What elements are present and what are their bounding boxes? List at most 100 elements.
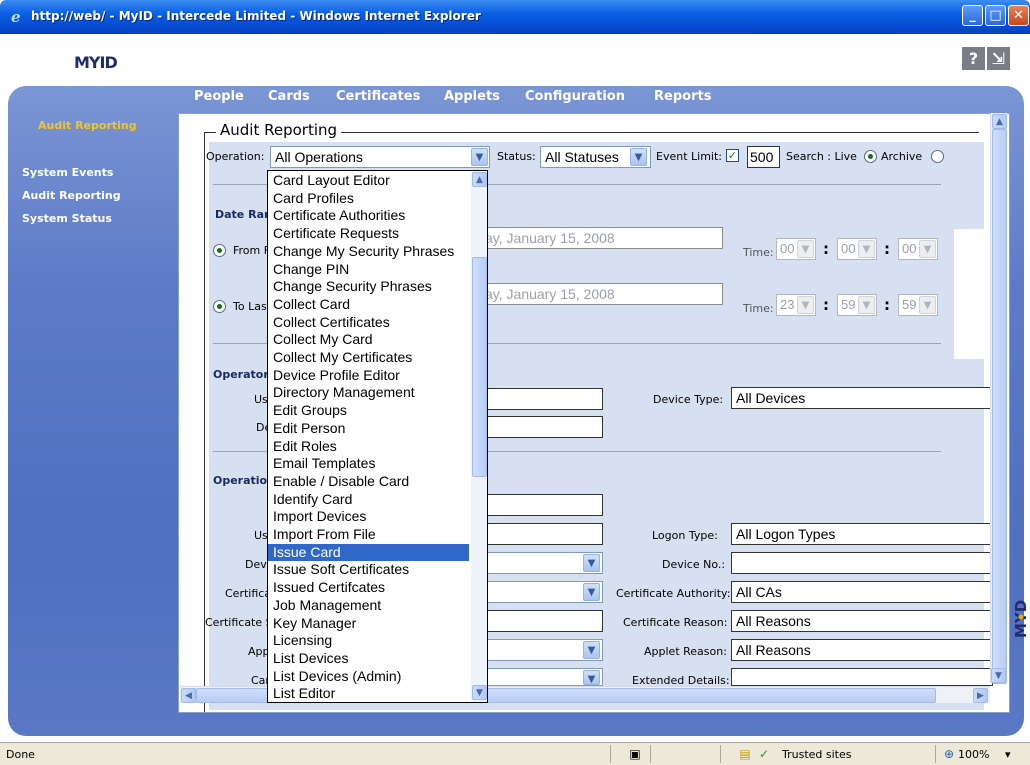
dropdown-option[interactable]: Change Security Phrases xyxy=(268,278,469,296)
dropdown-option[interactable]: List Devices xyxy=(268,650,469,668)
dropdown-option[interactable]: Collect My Card xyxy=(268,331,469,349)
zone-label[interactable]: Trusted sites xyxy=(782,748,852,761)
dropdown-option[interactable]: Import From File xyxy=(268,526,469,544)
operator-user-label: Us xyxy=(254,393,268,406)
dropdown-option[interactable]: Licensing xyxy=(268,632,469,650)
applet-reason-select[interactable]: All Reasons xyxy=(731,639,993,661)
dropdown-option[interactable]: Change PIN xyxy=(268,261,469,279)
dropdown-option[interactable]: Card Layout Editor xyxy=(268,172,469,190)
dropdown-option[interactable]: Change My Security Phrases xyxy=(268,243,469,261)
dropdown-option[interactable]: Issue Card xyxy=(268,543,469,562)
extended-details-input[interactable] xyxy=(731,668,993,686)
event-limit-input[interactable]: 500 xyxy=(747,146,780,168)
chevron-down-icon[interactable]: ▼ xyxy=(471,148,488,166)
operation-field-input[interactable] xyxy=(480,494,603,516)
scroll-down-icon[interactable]: ▼ xyxy=(472,685,487,700)
cert-authority-select[interactable]: All CAs xyxy=(731,581,993,603)
dropdown-option[interactable]: Collect Card xyxy=(268,296,469,314)
dropdown-option[interactable]: Edit Person xyxy=(268,420,469,438)
dropdown-option[interactable]: Identify Card xyxy=(268,491,469,509)
zoom-dropdown-icon[interactable]: ▾ xyxy=(1005,748,1011,761)
dropdown-option[interactable]: Card Profiles xyxy=(268,190,469,208)
maximize-button[interactable]: □ xyxy=(985,5,1006,26)
operator-section-label: Operator xyxy=(213,368,269,381)
dropdown-option[interactable]: Enable / Disable Card xyxy=(268,473,469,491)
sidebar-item-system-status[interactable]: System Status xyxy=(22,212,112,225)
security-lock-icon[interactable]: ▤ xyxy=(737,746,753,762)
minimize-button[interactable]: _ xyxy=(962,5,983,26)
archive-label: Archive xyxy=(881,150,923,163)
menu-reports[interactable]: Reports xyxy=(654,89,711,104)
chevron-down-icon[interactable]: ▼ xyxy=(583,554,600,572)
event-limit-checkbox[interactable]: ✓ xyxy=(726,149,739,162)
dropdown-option[interactable]: Email Templates xyxy=(268,455,469,473)
device-no-input[interactable] xyxy=(731,552,993,574)
operator-user-input[interactable] xyxy=(480,388,603,410)
operation-dropdown-list[interactable]: Card Layout Editor Card Profiles Certifica… xyxy=(267,170,488,703)
menu-cards[interactable]: Cards xyxy=(268,89,310,104)
chevron-down-icon[interactable]: ▼ xyxy=(583,670,600,685)
chevron-down-icon[interactable]: ▼ xyxy=(583,641,600,659)
archive-radio[interactable] xyxy=(931,150,944,163)
dropdown-option[interactable]: Issue Soft Certificates xyxy=(268,561,469,579)
chevron-down-icon: ▼ xyxy=(919,296,936,314)
op-user-input[interactable] xyxy=(480,523,603,545)
dropdown-option[interactable]: Certificate Requests xyxy=(268,225,469,243)
to-radio[interactable] xyxy=(213,300,226,313)
to-hour-select[interactable]: 23 ▼ xyxy=(776,294,816,316)
dropdown-option[interactable]: Device Profile Editor xyxy=(268,367,469,385)
operator-device-input[interactable] xyxy=(480,416,603,438)
to-second-select[interactable]: 59 ▼ xyxy=(898,294,938,316)
vertical-scrollbar[interactable]: ▲ xyxy=(990,113,1007,684)
vertical-scroll-thumb[interactable] xyxy=(992,129,1007,684)
dropdown-option[interactable]: List Editor xyxy=(268,685,469,702)
dropdown-option[interactable]: Edit Groups xyxy=(268,402,469,420)
operation-select[interactable]: All Operations xyxy=(270,146,490,168)
help-icon[interactable]: ? xyxy=(962,47,985,70)
sidebar-item-system-events[interactable]: System Events xyxy=(22,166,113,179)
dropdown-option[interactable]: Key Manager xyxy=(268,615,469,633)
dropdown-option[interactable]: Issued Certifcates xyxy=(268,579,469,597)
device-type-select[interactable]: All Devices xyxy=(731,387,993,409)
dropdown-scroll-thumb[interactable] xyxy=(472,257,487,477)
to-minute-select[interactable]: 59 ▼ xyxy=(837,294,877,316)
live-radio[interactable] xyxy=(864,150,877,163)
exit-icon[interactable]: ⇲ xyxy=(987,47,1010,70)
from-second-select[interactable]: 00 ▼ xyxy=(898,238,938,260)
close-button[interactable]: ✕ xyxy=(1008,5,1029,26)
scroll-right-icon[interactable]: ▶ xyxy=(973,688,988,703)
dropdown-option[interactable]: Collect My Certificates xyxy=(268,349,469,367)
dropdown-option[interactable]: Directory Management xyxy=(268,384,469,402)
from-minute-select[interactable]: 00 ▼ xyxy=(837,238,877,260)
certificate-s-label: Certificate S xyxy=(205,616,273,629)
scroll-up-icon[interactable]: ▲ xyxy=(992,114,1007,129)
menu-certificates[interactable]: Certificates xyxy=(336,89,420,104)
device-no-label: Device No.: xyxy=(662,558,726,571)
cert-reason-select[interactable]: All Reasons xyxy=(731,610,993,632)
title-bar: e http://web/ - MyID - Intercede Limited… xyxy=(0,0,1030,34)
zoom-level[interactable]: 100% xyxy=(958,748,989,761)
scroll-down-icon[interactable]: ▼ xyxy=(991,668,1006,683)
menu-configuration[interactable]: Configuration xyxy=(525,89,625,104)
sidebar-item-audit-reporting[interactable]: Audit Reporting xyxy=(22,189,121,202)
dropdown-option[interactable]: Job Management xyxy=(268,597,469,615)
to-date-input[interactable]: ay, January 15, 2008 xyxy=(480,283,723,305)
dropdown-option[interactable]: Edit Roles xyxy=(268,438,469,456)
dropdown-option[interactable]: Certificate Authorities xyxy=(268,207,469,225)
from-hour-select[interactable]: 00 ▼ xyxy=(776,238,816,260)
dropdown-option[interactable]: List Devices (Admin) xyxy=(268,668,469,686)
logon-type-select[interactable]: All Logon Types xyxy=(731,523,993,545)
menu-applets[interactable]: Applets xyxy=(444,89,500,104)
from-radio[interactable] xyxy=(213,244,226,257)
scroll-left-icon[interactable]: ◀ xyxy=(181,688,196,703)
certificate-s-input[interactable] xyxy=(480,610,603,632)
menu-people[interactable]: People xyxy=(194,89,244,104)
dropdown-option[interactable]: Collect Certificates xyxy=(268,314,469,332)
from-date-input[interactable]: ay, January 15, 2008 xyxy=(480,227,723,249)
dropdown-option[interactable]: Import Devices xyxy=(268,508,469,526)
scroll-up-icon[interactable]: ▲ xyxy=(472,172,487,187)
dropdown-scrollbar[interactable]: ▲ ▼ xyxy=(471,171,487,702)
chevron-down-icon[interactable]: ▼ xyxy=(630,148,647,166)
chevron-down-icon[interactable]: ▼ xyxy=(583,583,600,601)
chevron-down-icon: ▼ xyxy=(797,240,814,258)
